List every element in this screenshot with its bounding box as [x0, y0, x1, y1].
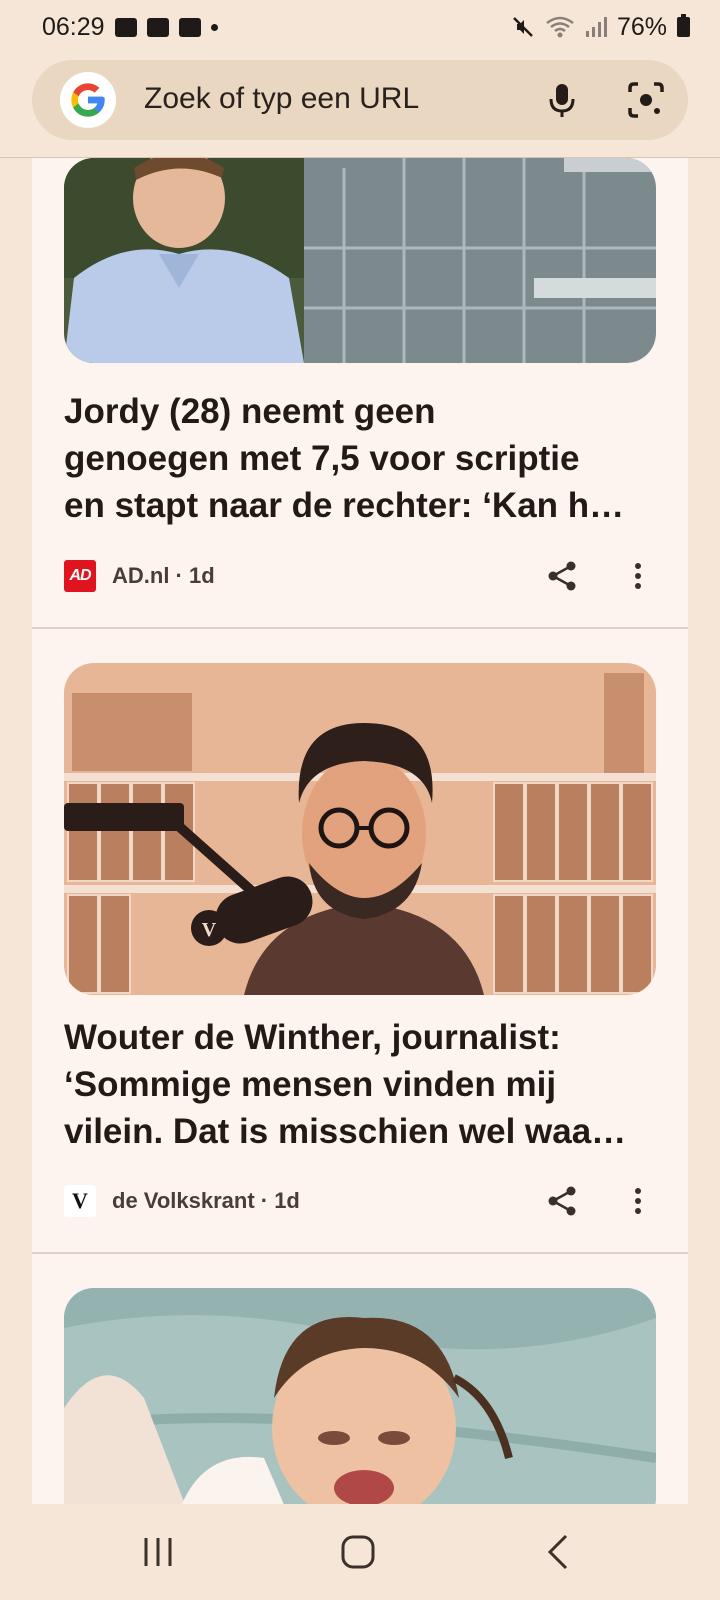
headline-line: genoegen met 7,5 voor scriptie — [64, 439, 580, 478]
article-photo — [64, 158, 656, 363]
microphone-icon[interactable] — [540, 78, 584, 122]
headline-line: vilein. Dat is misschien wel waa… — [64, 1112, 627, 1151]
ad-logo-icon: AD — [64, 560, 96, 592]
mail-icon — [178, 17, 201, 37]
article-card[interactable]: Jordy (28) neemt geen genoegen met 7,5 v… — [32, 158, 688, 629]
share-icon[interactable] — [544, 558, 580, 594]
gallery-icon — [114, 17, 137, 37]
article-meta: V de Volkskrant · 1d — [64, 1181, 656, 1221]
search-input[interactable]: Zoek of typ een URL — [144, 82, 419, 116]
status-left: 06:29 — [42, 13, 218, 42]
mute-icon — [513, 17, 533, 37]
browser-toolbar: Zoek of typ een URL — [0, 54, 720, 158]
battery-icon — [677, 14, 690, 37]
article-image[interactable] — [64, 1288, 656, 1504]
article-headline[interactable]: Wouter de Winther, journalist: ‘Sommige … — [64, 1014, 664, 1155]
article-source: AD.nl · 1d — [112, 563, 215, 588]
home-icon[interactable] — [336, 1530, 380, 1574]
wifi-icon — [546, 16, 574, 38]
recent-apps-icon[interactable] — [136, 1530, 180, 1574]
status-time: 06:29 — [42, 12, 105, 41]
article-image[interactable]: V — [64, 663, 656, 995]
article-headline[interactable]: Jordy (28) neemt geen genoegen met 7,5 v… — [64, 388, 664, 529]
more-options-icon[interactable] — [620, 558, 656, 594]
article-card[interactable] — [32, 1254, 688, 1504]
article-illustration: V — [64, 663, 656, 995]
more-options-icon[interactable] — [620, 1183, 656, 1219]
article-image[interactable] — [64, 158, 656, 363]
headline-line: Wouter de Winther, journalist: — [64, 1018, 561, 1057]
article-meta: AD AD.nl · 1d — [64, 556, 656, 596]
article-photo — [64, 1288, 656, 1504]
search-bar[interactable]: Zoek of typ een URL — [32, 60, 688, 140]
volkskrant-logo-icon: V — [64, 1185, 96, 1217]
signal-icon — [585, 17, 607, 37]
share-icon[interactable] — [544, 1183, 580, 1219]
news-feed[interactable]: Jordy (28) neemt geen genoegen met 7,5 v… — [32, 158, 688, 1504]
battery-level: 76% — [616, 12, 667, 41]
google-icon[interactable] — [60, 72, 116, 128]
article-source: de Volkskrant · 1d — [112, 1188, 300, 1213]
system-navigation-bar — [0, 1504, 720, 1600]
back-icon[interactable] — [538, 1530, 582, 1574]
status-bar: 06:29 76% — [0, 0, 720, 54]
dot-icon — [210, 23, 218, 31]
google-logo-glyph — [71, 83, 105, 117]
headline-line: Jordy (28) neemt geen — [64, 392, 436, 431]
status-right: 76% — [511, 13, 690, 42]
headline-line: ‘Sommige mensen vinden mij — [64, 1065, 557, 1104]
headline-line: en stapt naar de rechter: ‘Kan h… — [64, 486, 625, 525]
camera-lens-icon[interactable] — [624, 78, 668, 122]
article-card[interactable]: V Wouter de Winther, journalist: ‘Sommig… — [32, 629, 688, 1254]
mail-icon — [146, 17, 169, 37]
volkskrant-badge: V — [202, 919, 217, 941]
